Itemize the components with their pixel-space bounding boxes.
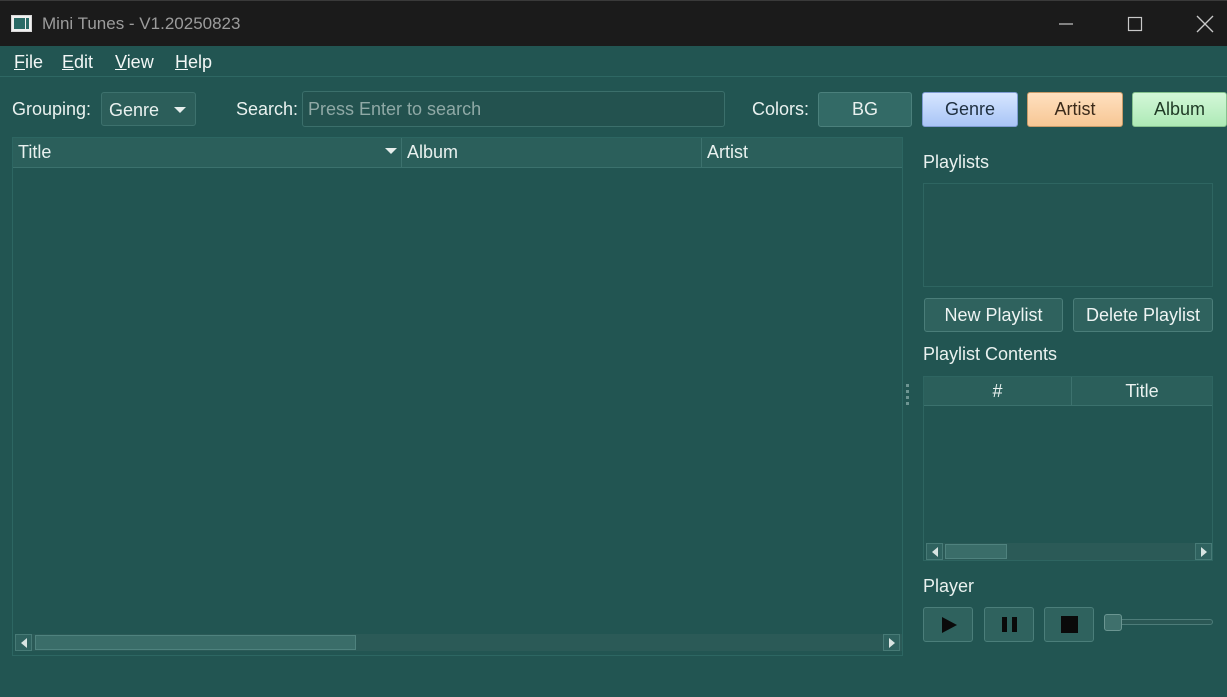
scroll-right-button[interactable] xyxy=(1195,543,1212,560)
scrollbar-thumb[interactable] xyxy=(35,635,356,650)
scroll-left-button[interactable] xyxy=(15,634,32,651)
column-header-playlist-title[interactable]: Title xyxy=(1072,377,1212,405)
stop-button[interactable] xyxy=(1044,607,1094,642)
pause-icon xyxy=(1001,617,1017,632)
pause-button[interactable] xyxy=(984,607,1034,642)
grouping-value: Genre xyxy=(109,100,160,120)
library-horizontal-scrollbar[interactable] xyxy=(15,634,902,651)
playlists-label: Playlists xyxy=(923,152,990,172)
play-button[interactable] xyxy=(923,607,973,642)
delete-playlist-button[interactable]: Delete Playlist xyxy=(1073,298,1213,332)
close-icon xyxy=(1196,15,1214,33)
playlist-horizontal-scrollbar[interactable] xyxy=(926,543,1212,560)
artist-color-button[interactable]: Artist xyxy=(1027,92,1123,127)
library-table[interactable]: Title Album Artist xyxy=(12,137,903,656)
scrollbar-thumb[interactable] xyxy=(945,544,1007,559)
sort-down-icon xyxy=(385,148,397,154)
maximize-button[interactable] xyxy=(1106,1,1164,47)
play-icon xyxy=(942,616,957,633)
scroll-right-icon xyxy=(888,637,895,648)
column-title-label: Title xyxy=(18,142,52,162)
bg-color-button[interactable]: BG xyxy=(818,92,912,127)
menu-help[interactable]: Help xyxy=(175,52,212,73)
search-label: Search: xyxy=(236,99,299,119)
grouping-select[interactable]: Genre xyxy=(101,92,196,126)
maximize-icon xyxy=(1127,16,1143,32)
scroll-right-icon xyxy=(1200,546,1207,557)
genre-color-button[interactable]: Genre xyxy=(922,92,1018,127)
volume-slider-handle[interactable] xyxy=(1104,614,1122,631)
stop-icon xyxy=(1060,616,1078,633)
splitter-handle[interactable] xyxy=(906,384,910,412)
chevron-down-icon xyxy=(174,107,186,113)
menu-edit[interactable]: Edit xyxy=(62,52,93,73)
search-input[interactable] xyxy=(302,91,725,127)
window-title: Mini Tunes - V1.20250823 xyxy=(42,14,241,33)
column-header-title[interactable]: Title xyxy=(13,138,402,167)
minimize-button[interactable] xyxy=(1037,1,1095,47)
album-color-button[interactable]: Album xyxy=(1132,92,1227,127)
playlist-contents-table[interactable]: # Title xyxy=(923,376,1213,561)
minimize-icon xyxy=(1059,23,1073,25)
playlist-contents-label: Playlist Contents xyxy=(923,344,1058,364)
table-header: Title Album Artist xyxy=(13,138,902,168)
menu-bar: File Edit View Help xyxy=(0,46,1227,77)
scroll-left-icon xyxy=(20,637,27,648)
title-bar: Mini Tunes - V1.20250823 xyxy=(0,0,1227,46)
column-header-number[interactable]: # xyxy=(924,377,1072,405)
app-icon xyxy=(11,15,32,32)
scroll-left-icon xyxy=(931,546,938,557)
column-header-artist[interactable]: Artist xyxy=(702,138,902,167)
playlists-list[interactable] xyxy=(923,183,1213,287)
new-playlist-button[interactable]: New Playlist xyxy=(924,298,1063,332)
scroll-left-button[interactable] xyxy=(926,543,943,560)
grouping-label: Grouping: xyxy=(12,99,92,119)
menu-view[interactable]: View xyxy=(115,52,154,73)
close-button[interactable] xyxy=(1176,1,1227,47)
column-header-album[interactable]: Album xyxy=(402,138,702,167)
volume-slider[interactable] xyxy=(1106,619,1213,625)
playlist-contents-header: # Title xyxy=(924,377,1212,406)
menu-file[interactable]: File xyxy=(14,52,43,73)
colors-label: Colors: xyxy=(752,99,810,119)
player-label: Player xyxy=(923,576,975,596)
scroll-right-button[interactable] xyxy=(883,634,900,651)
